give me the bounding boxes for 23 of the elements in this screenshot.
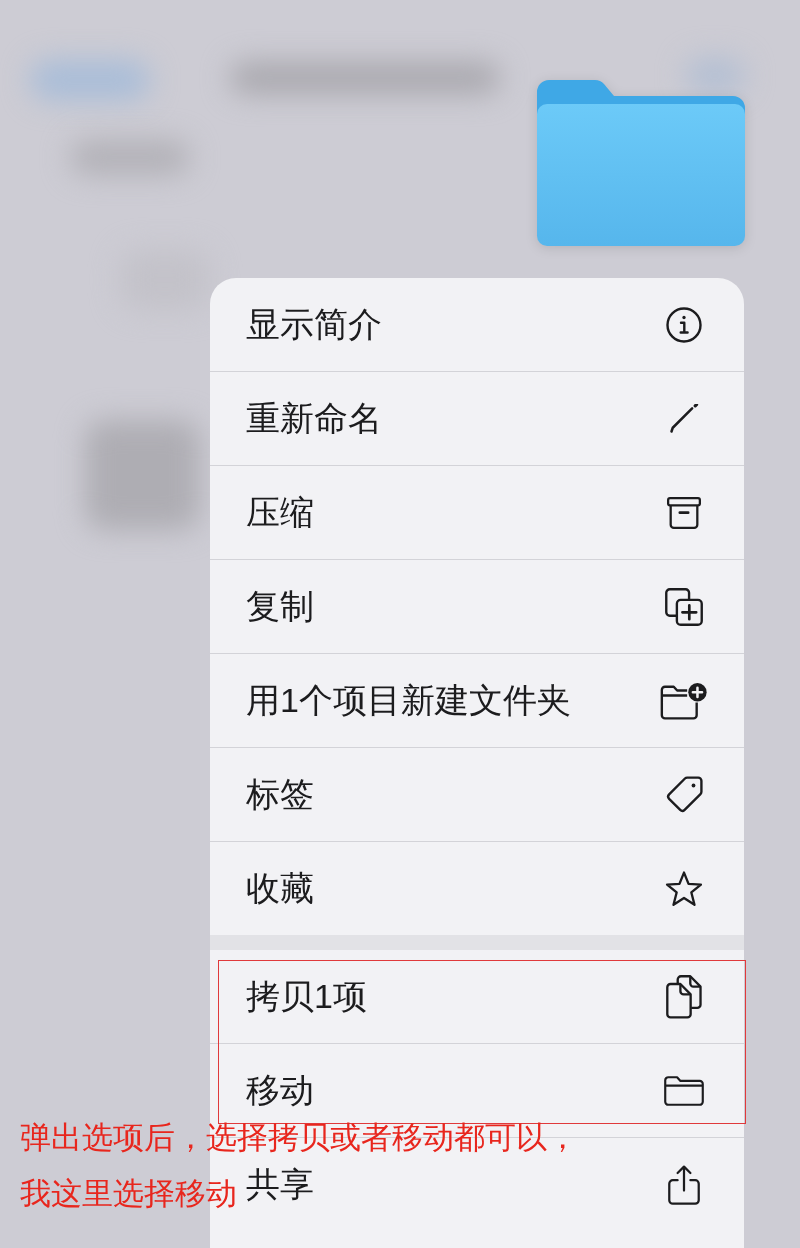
menu-item[interactable]: 压缩 xyxy=(246,484,709,541)
star-icon xyxy=(665,870,703,907)
folder-outline-icon xyxy=(664,1075,704,1106)
menu-item[interactable]: 重新命名 xyxy=(246,390,709,447)
menu-item[interactable]: 拷贝1项 xyxy=(246,968,709,1025)
share-icon xyxy=(668,1164,700,1205)
menu-item[interactable]: 复制 xyxy=(246,578,709,635)
tag-icon xyxy=(665,775,703,814)
menu-item[interactable]: 显示简介 xyxy=(246,296,709,353)
archive-box-icon xyxy=(667,496,701,529)
annotation-text: 我这里选择移动 xyxy=(20,1178,237,1209)
pencil-icon xyxy=(669,403,699,434)
duplicate-icon xyxy=(665,587,703,626)
annotation-text: 弹出选项后，选择拷贝或者移动都可以， xyxy=(20,1122,578,1153)
documents-icon xyxy=(666,974,702,1019)
folder-icon xyxy=(537,80,745,246)
menu-item[interactable]: 用1个项目新建文件夹 xyxy=(246,672,709,729)
folder-plus-icon xyxy=(660,681,708,720)
menu-item[interactable]: 移动 xyxy=(246,1062,709,1119)
menu-item[interactable]: 共享 xyxy=(246,1156,709,1213)
info-icon xyxy=(666,306,702,343)
menu-item[interactable]: 收藏 xyxy=(246,860,709,917)
menu-item[interactable]: 标签 xyxy=(246,766,709,823)
